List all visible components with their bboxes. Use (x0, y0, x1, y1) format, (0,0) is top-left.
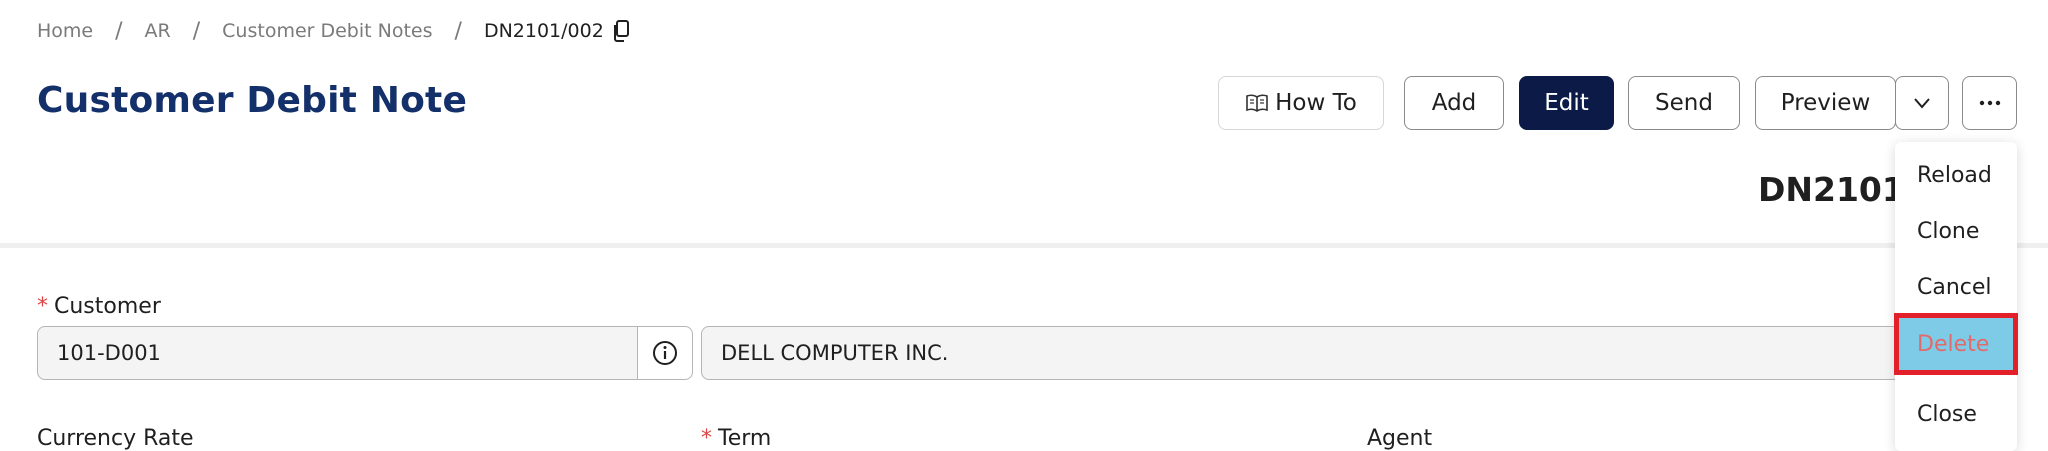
menu-item-close[interactable]: Close (1895, 387, 2017, 441)
preview-dropdown-button[interactable] (1895, 76, 1949, 130)
ellipsis-icon (1979, 100, 2000, 106)
menu-item-clone[interactable]: Clone (1895, 204, 2017, 258)
more-actions-button[interactable] (1962, 76, 2017, 130)
breadcrumb-separator: / (115, 18, 123, 44)
term-label: * Term (701, 426, 771, 451)
menu-item-cancel[interactable]: Cancel (1895, 260, 2017, 314)
breadcrumb-separator: / (454, 18, 462, 44)
book-icon (1246, 94, 1268, 112)
customer-label: * Customer (37, 294, 161, 319)
menu-item-reload[interactable]: Reload (1895, 148, 2017, 202)
preview-button[interactable]: Preview (1755, 76, 1896, 130)
breadcrumb-customer-debit-notes[interactable]: Customer Debit Notes (222, 20, 432, 42)
breadcrumb-ar[interactable]: AR (145, 20, 171, 42)
send-button[interactable]: Send (1628, 76, 1740, 130)
page-title: Customer Debit Note (37, 80, 468, 121)
required-marker: * (37, 294, 48, 319)
add-button[interactable]: Add (1404, 76, 1504, 130)
chevron-down-icon (1914, 98, 1930, 109)
customer-name-input[interactable]: DELL COMPUTER INC. (701, 326, 1901, 380)
customer-code-input[interactable]: 101-D001 (37, 326, 638, 380)
breadcrumb: Home / AR / Customer Debit Notes / DN210… (37, 16, 630, 46)
copy-icon[interactable] (612, 20, 630, 42)
edit-button[interactable]: Edit (1519, 76, 1614, 130)
breadcrumb-separator: / (192, 18, 201, 44)
section-divider (0, 243, 2048, 248)
customer-info-button[interactable] (637, 326, 693, 380)
breadcrumb-home[interactable]: Home (37, 20, 93, 42)
info-icon (653, 341, 677, 365)
currency-rate-label: Currency Rate (37, 426, 194, 451)
breadcrumb-current: DN2101/002 (483, 20, 604, 42)
term-label-text: Term (718, 426, 772, 451)
how-to-button[interactable]: How To (1218, 76, 1384, 130)
required-marker: * (701, 426, 712, 451)
more-actions-menu: Reload Clone Cancel Delete Close (1894, 142, 2018, 451)
how-to-label: How To (1275, 90, 1357, 116)
menu-item-delete[interactable]: Delete (1894, 313, 2018, 375)
agent-label: Agent (1367, 426, 1433, 451)
customer-label-text: Customer (54, 294, 161, 319)
